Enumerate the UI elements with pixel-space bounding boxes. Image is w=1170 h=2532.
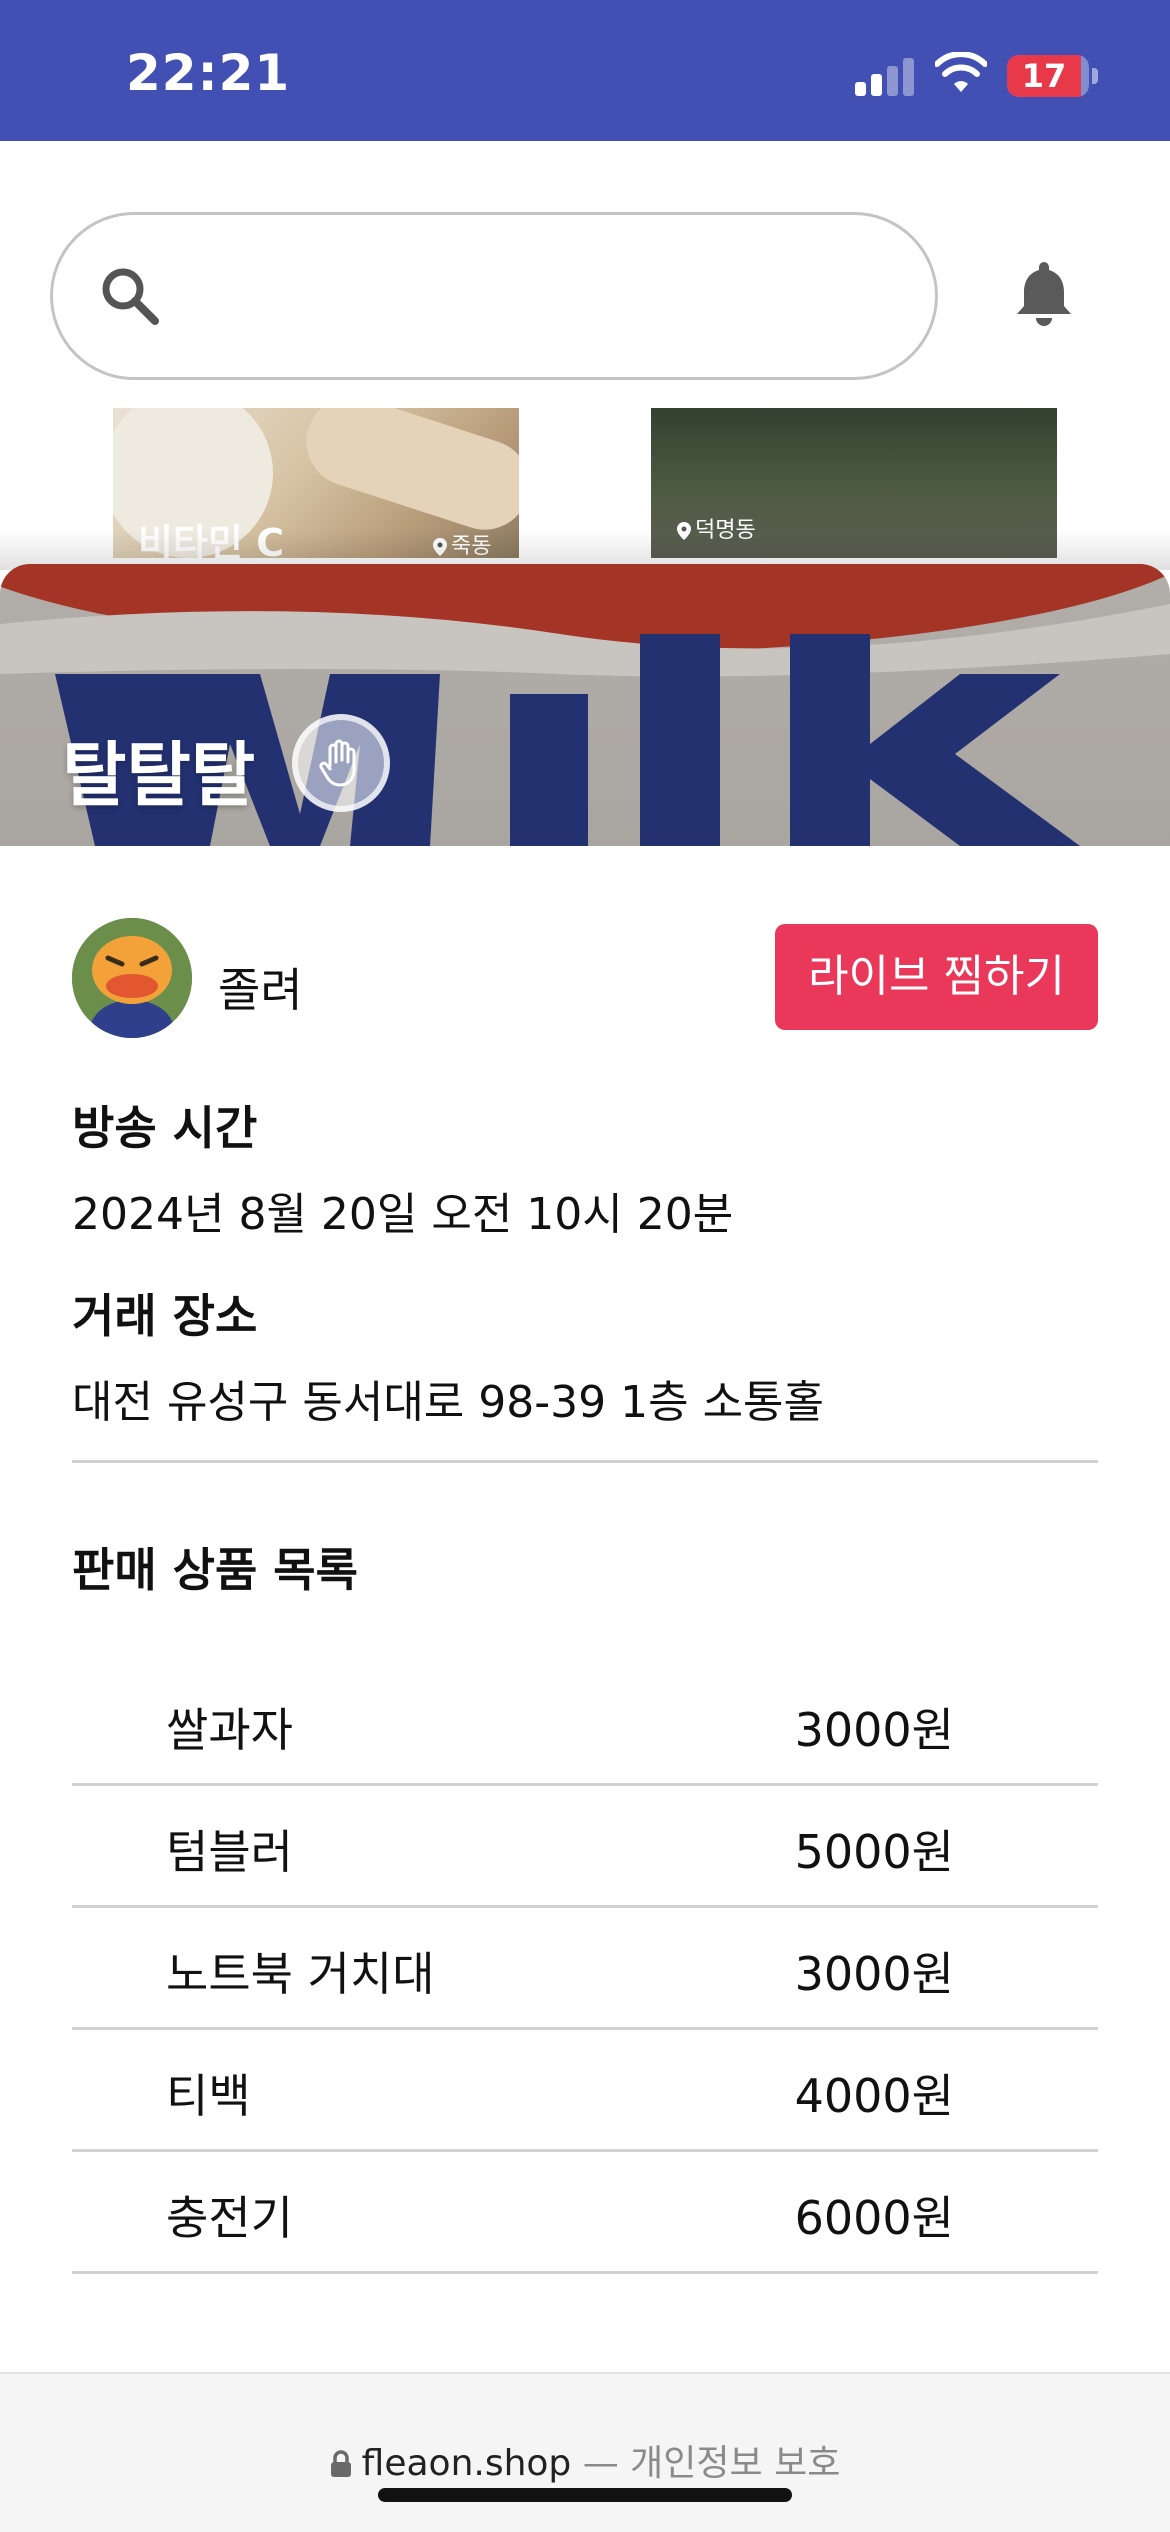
product-price: 6000원 — [794, 2191, 954, 2245]
url-display[interactable]: fleaon.shop — 개인정보 보호 — [0, 2434, 1170, 2486]
live-hero-image: 탈탈탈 — [0, 564, 1170, 846]
bell-icon[interactable] — [1012, 258, 1076, 328]
card-thumbnail-shape — [294, 408, 519, 542]
trade-place-label: 거래 장소 — [72, 1289, 258, 1343]
status-time: 22:21 — [126, 44, 291, 102]
product-row[interactable]: 노트북 거치대 3000원 — [72, 1908, 1098, 2030]
product-price: 3000원 — [794, 1947, 954, 2001]
hand-icon — [319, 739, 356, 787]
avatar-image — [72, 918, 192, 1038]
privacy-label: — 개인정보 보호 — [571, 2443, 841, 2484]
product-name: 텀블러 — [166, 1825, 293, 1879]
product-name: 노트북 거치대 — [166, 1947, 435, 2001]
section-divider — [72, 1460, 1098, 1463]
search-input[interactable] — [183, 245, 883, 345]
product-row[interactable]: 텀블러 5000원 — [72, 1786, 1098, 1908]
trade-place-value: 대전 유성구 동서대로 98-39 1층 소통홀 — [72, 1377, 825, 1428]
cellular-signal-icon — [855, 58, 915, 96]
browser-address-bar[interactable]: fleaon.shop — 개인정보 보호 — [0, 2372, 1170, 2532]
raise-hand-button[interactable] — [292, 714, 390, 812]
product-name: 티백 — [166, 2069, 251, 2123]
search-icon[interactable] — [97, 263, 163, 329]
wifi-icon — [935, 52, 987, 92]
app-screen: 22:21 17 비타민 C — [0, 0, 1170, 2532]
home-indicator — [378, 2488, 792, 2502]
battery-nub — [1092, 68, 1098, 84]
live-detail: 졸려 라이브 찜하기 방송 시간 2024년 8월 20일 오전 10시 20분… — [0, 846, 1170, 2372]
wish-live-button[interactable]: 라이브 찜하기 — [775, 924, 1098, 1030]
status-bar: 22:21 17 — [0, 0, 1170, 141]
live-title: 탈탈탈 — [62, 734, 256, 816]
product-price: 3000원 — [794, 1703, 954, 1757]
product-row[interactable]: 쌀과자 3000원 — [72, 1664, 1098, 1786]
lock-icon — [330, 2450, 351, 2477]
product-price: 5000원 — [794, 1825, 954, 1879]
battery-icon: 17 — [1007, 55, 1089, 97]
seller-name: 졸려 — [218, 963, 303, 1017]
avatar[interactable] — [72, 918, 192, 1038]
products-label: 판매 상품 목록 — [72, 1543, 358, 1597]
product-row[interactable]: 충전기 6000원 — [72, 2152, 1098, 2274]
product-name: 쌀과자 — [166, 1703, 293, 1757]
url-domain: fleaon.shop — [361, 2443, 572, 2484]
broadcast-time-label: 방송 시간 — [72, 1101, 258, 1155]
broadcast-time-value: 2024년 8월 20일 오전 10시 20분 — [72, 1189, 734, 1240]
search-bar[interactable] — [50, 212, 938, 380]
battery-percent: 17 — [1021, 57, 1067, 95]
product-name: 충전기 — [166, 2191, 293, 2245]
product-row[interactable]: 티백 4000원 — [72, 2030, 1098, 2152]
product-price: 4000원 — [794, 2069, 954, 2123]
